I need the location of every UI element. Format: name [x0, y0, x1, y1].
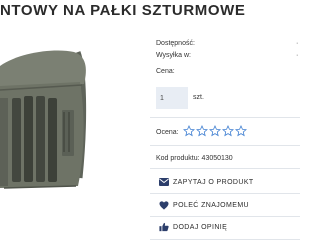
star-icon[interactable] — [235, 125, 247, 137]
quantity-input[interactable] — [156, 87, 188, 109]
availability-indicator: · — [296, 40, 299, 47]
envelope-icon — [158, 176, 170, 188]
star-icon[interactable] — [183, 125, 195, 137]
divider — [150, 216, 300, 217]
shipping-indicator: · — [296, 52, 299, 59]
rating-stars[interactable] — [183, 125, 247, 137]
divider — [150, 145, 300, 146]
recommend-button[interactable]: POLEĆ ZNAJOMEMU — [158, 197, 249, 213]
product-code: Kod produktu: 43050130 — [156, 155, 233, 162]
recommend-label: POLEĆ ZNAJOMEMU — [173, 201, 250, 209]
divider — [150, 168, 300, 169]
shipping-label: Wysyłka w: — [156, 52, 191, 59]
heart-icon — [158, 199, 170, 211]
product-code-label: Kod produktu: — [156, 155, 200, 162]
divider — [150, 117, 300, 118]
star-icon[interactable] — [222, 125, 234, 137]
ask-about-product-label: ZAPYTAJ O PRODUKT — [173, 178, 254, 186]
price-label: Cena: — [156, 68, 175, 75]
divider — [150, 193, 300, 194]
availability-label: Dostępność: — [156, 40, 195, 47]
quantity-unit: szt. — [193, 94, 204, 101]
star-icon[interactable] — [196, 125, 208, 137]
add-review-button[interactable]: DODAJ OPINIĘ — [158, 219, 227, 235]
product-image[interactable] — [0, 38, 102, 200]
thumbs-up-icon — [158, 221, 170, 233]
rating-label: Ocena: — [156, 129, 179, 136]
ask-about-product-button[interactable]: ZAPYTAJ O PRODUKT — [158, 174, 254, 190]
product-title: NTOWY NA PAŁKI SZTURMOWE — [0, 2, 246, 19]
divider — [150, 239, 300, 240]
add-review-label: DODAJ OPINIĘ — [173, 223, 228, 231]
product-code-value: 43050130 — [201, 155, 233, 162]
star-icon[interactable] — [209, 125, 221, 137]
